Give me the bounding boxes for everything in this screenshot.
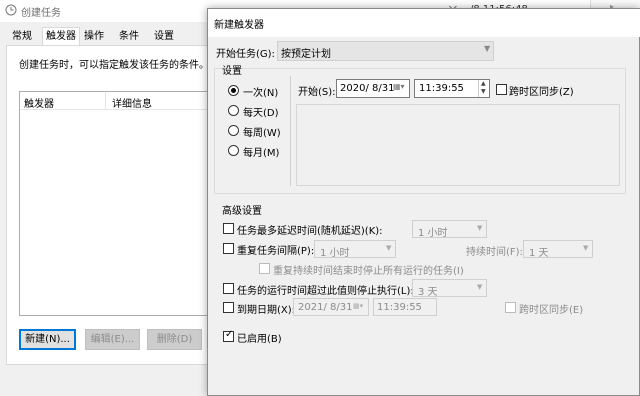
- chevron-down-icon[interactable]: ▼: [386, 244, 391, 252]
- start-task-select-value: 按预定计划: [281, 49, 331, 60]
- tab-actions[interactable]: 操作: [81, 30, 107, 45]
- stop-longer-label[interactable]: 任务的运行时间超过此值则停止执行(L):: [237, 282, 414, 297]
- radio-weekly-label: 每周(W): [243, 128, 281, 139]
- chevron-down-icon[interactable]: ▼: [477, 224, 482, 232]
- radio-once-label: 一次(N): [243, 88, 279, 99]
- start-time-spinner[interactable]: ▲ ▼: [478, 80, 489, 97]
- edit-trigger-button[interactable]: 编辑(E)...: [85, 329, 140, 350]
- expire-date-value: 2021/ 8/31: [298, 302, 353, 313]
- spin-down-icon[interactable]: ▼: [481, 88, 486, 95]
- delay-checkbox[interactable]: [223, 223, 234, 234]
- radio-monthly-label: 每月(M): [243, 148, 280, 159]
- repeat-select-value: 1 小时: [320, 248, 350, 259]
- tab-general[interactable]: 常规: [9, 30, 35, 45]
- stop-longer-select-value: 3 天: [418, 287, 438, 298]
- chevron-down-icon[interactable]: ▼: [484, 44, 490, 53]
- duration-select-value: 1 天: [529, 248, 549, 259]
- radio-weekly-button[interactable]: [228, 125, 239, 136]
- enabled-checkbox[interactable]: [223, 329, 234, 342]
- chevron-down-icon[interactable]: ▼: [583, 244, 588, 252]
- triggers-list[interactable]: [19, 91, 209, 316]
- stop-all-label: 重复持续时间结束时停止所有运行的任务(I): [273, 266, 464, 277]
- schedule-detail-panel: [296, 104, 620, 186]
- dialog-title: 新建触发器: [214, 20, 264, 31]
- new-trigger-button[interactable]: 新建(N)...: [19, 329, 76, 350]
- calendar-dropdown-icon[interactable]: ▦▾: [393, 82, 405, 91]
- expire-checkbox[interactable]: [223, 302, 234, 313]
- radio-daily-button[interactable]: [228, 105, 239, 116]
- new-trigger-titlebar[interactable]: [208, 9, 640, 37]
- expire-sync-label: 跨时区同步(E): [519, 305, 584, 316]
- spin-up-icon[interactable]: ▲: [481, 80, 486, 87]
- calendar-dropdown-icon[interactable]: ▦▾: [353, 302, 363, 310]
- chevron-down-icon[interactable]: ▼: [477, 283, 482, 291]
- stop-longer-checkbox[interactable]: [223, 283, 234, 294]
- delay-label[interactable]: 任务最多延迟时间(随机延迟)(K):: [237, 222, 383, 237]
- stop-all-checkbox[interactable]: [259, 263, 270, 274]
- expire-label[interactable]: 到期日期(X):: [237, 301, 295, 316]
- sync-timezone-checkbox[interactable]: [496, 84, 507, 95]
- delay-select-value: 1 小时: [418, 228, 448, 239]
- column-header-trigger[interactable]: 触发器: [24, 95, 54, 110]
- repeat-label[interactable]: 重复任务间隔(P):: [237, 242, 314, 257]
- triggers-description: 创建任务时，可以指定触发该任务的条件。: [19, 60, 209, 71]
- enabled-label[interactable]: 已启用(B): [237, 330, 282, 345]
- advanced-settings-label: 高级设置: [222, 206, 262, 217]
- delete-trigger-button[interactable]: 删除(D): [147, 329, 202, 350]
- start-label: 开始(S):: [298, 87, 336, 98]
- start-date-value: 2020/ 8/31: [340, 83, 395, 94]
- expire-time-value: 11:39:55: [377, 302, 422, 313]
- schedule-divider: [290, 76, 291, 186]
- column-header-details[interactable]: 详细信息: [112, 95, 152, 110]
- column-separator[interactable]: [105, 92, 106, 110]
- tab-settings[interactable]: 设置: [151, 30, 177, 45]
- start-time-value: 11:39:55: [419, 83, 464, 94]
- radio-monthly-button[interactable]: [228, 145, 239, 156]
- duration-label: 持续时间(F):: [466, 247, 523, 258]
- repeat-checkbox[interactable]: [223, 243, 234, 254]
- expire-sync-checkbox[interactable]: [505, 302, 516, 313]
- radio-daily-label: 每天(D): [243, 108, 279, 119]
- sync-timezone-label[interactable]: 跨时区同步(Z): [509, 83, 574, 98]
- tab-triggers[interactable]: 触发器: [42, 27, 80, 46]
- start-task-label: 开始任务(G):: [216, 49, 275, 60]
- clock-icon: [5, 4, 17, 16]
- create-task-title: 创建任务: [21, 8, 61, 19]
- radio-once-button[interactable]: [228, 85, 239, 96]
- settings-group-label: 设置: [222, 66, 242, 77]
- tab-conditions[interactable]: 条件: [116, 30, 142, 45]
